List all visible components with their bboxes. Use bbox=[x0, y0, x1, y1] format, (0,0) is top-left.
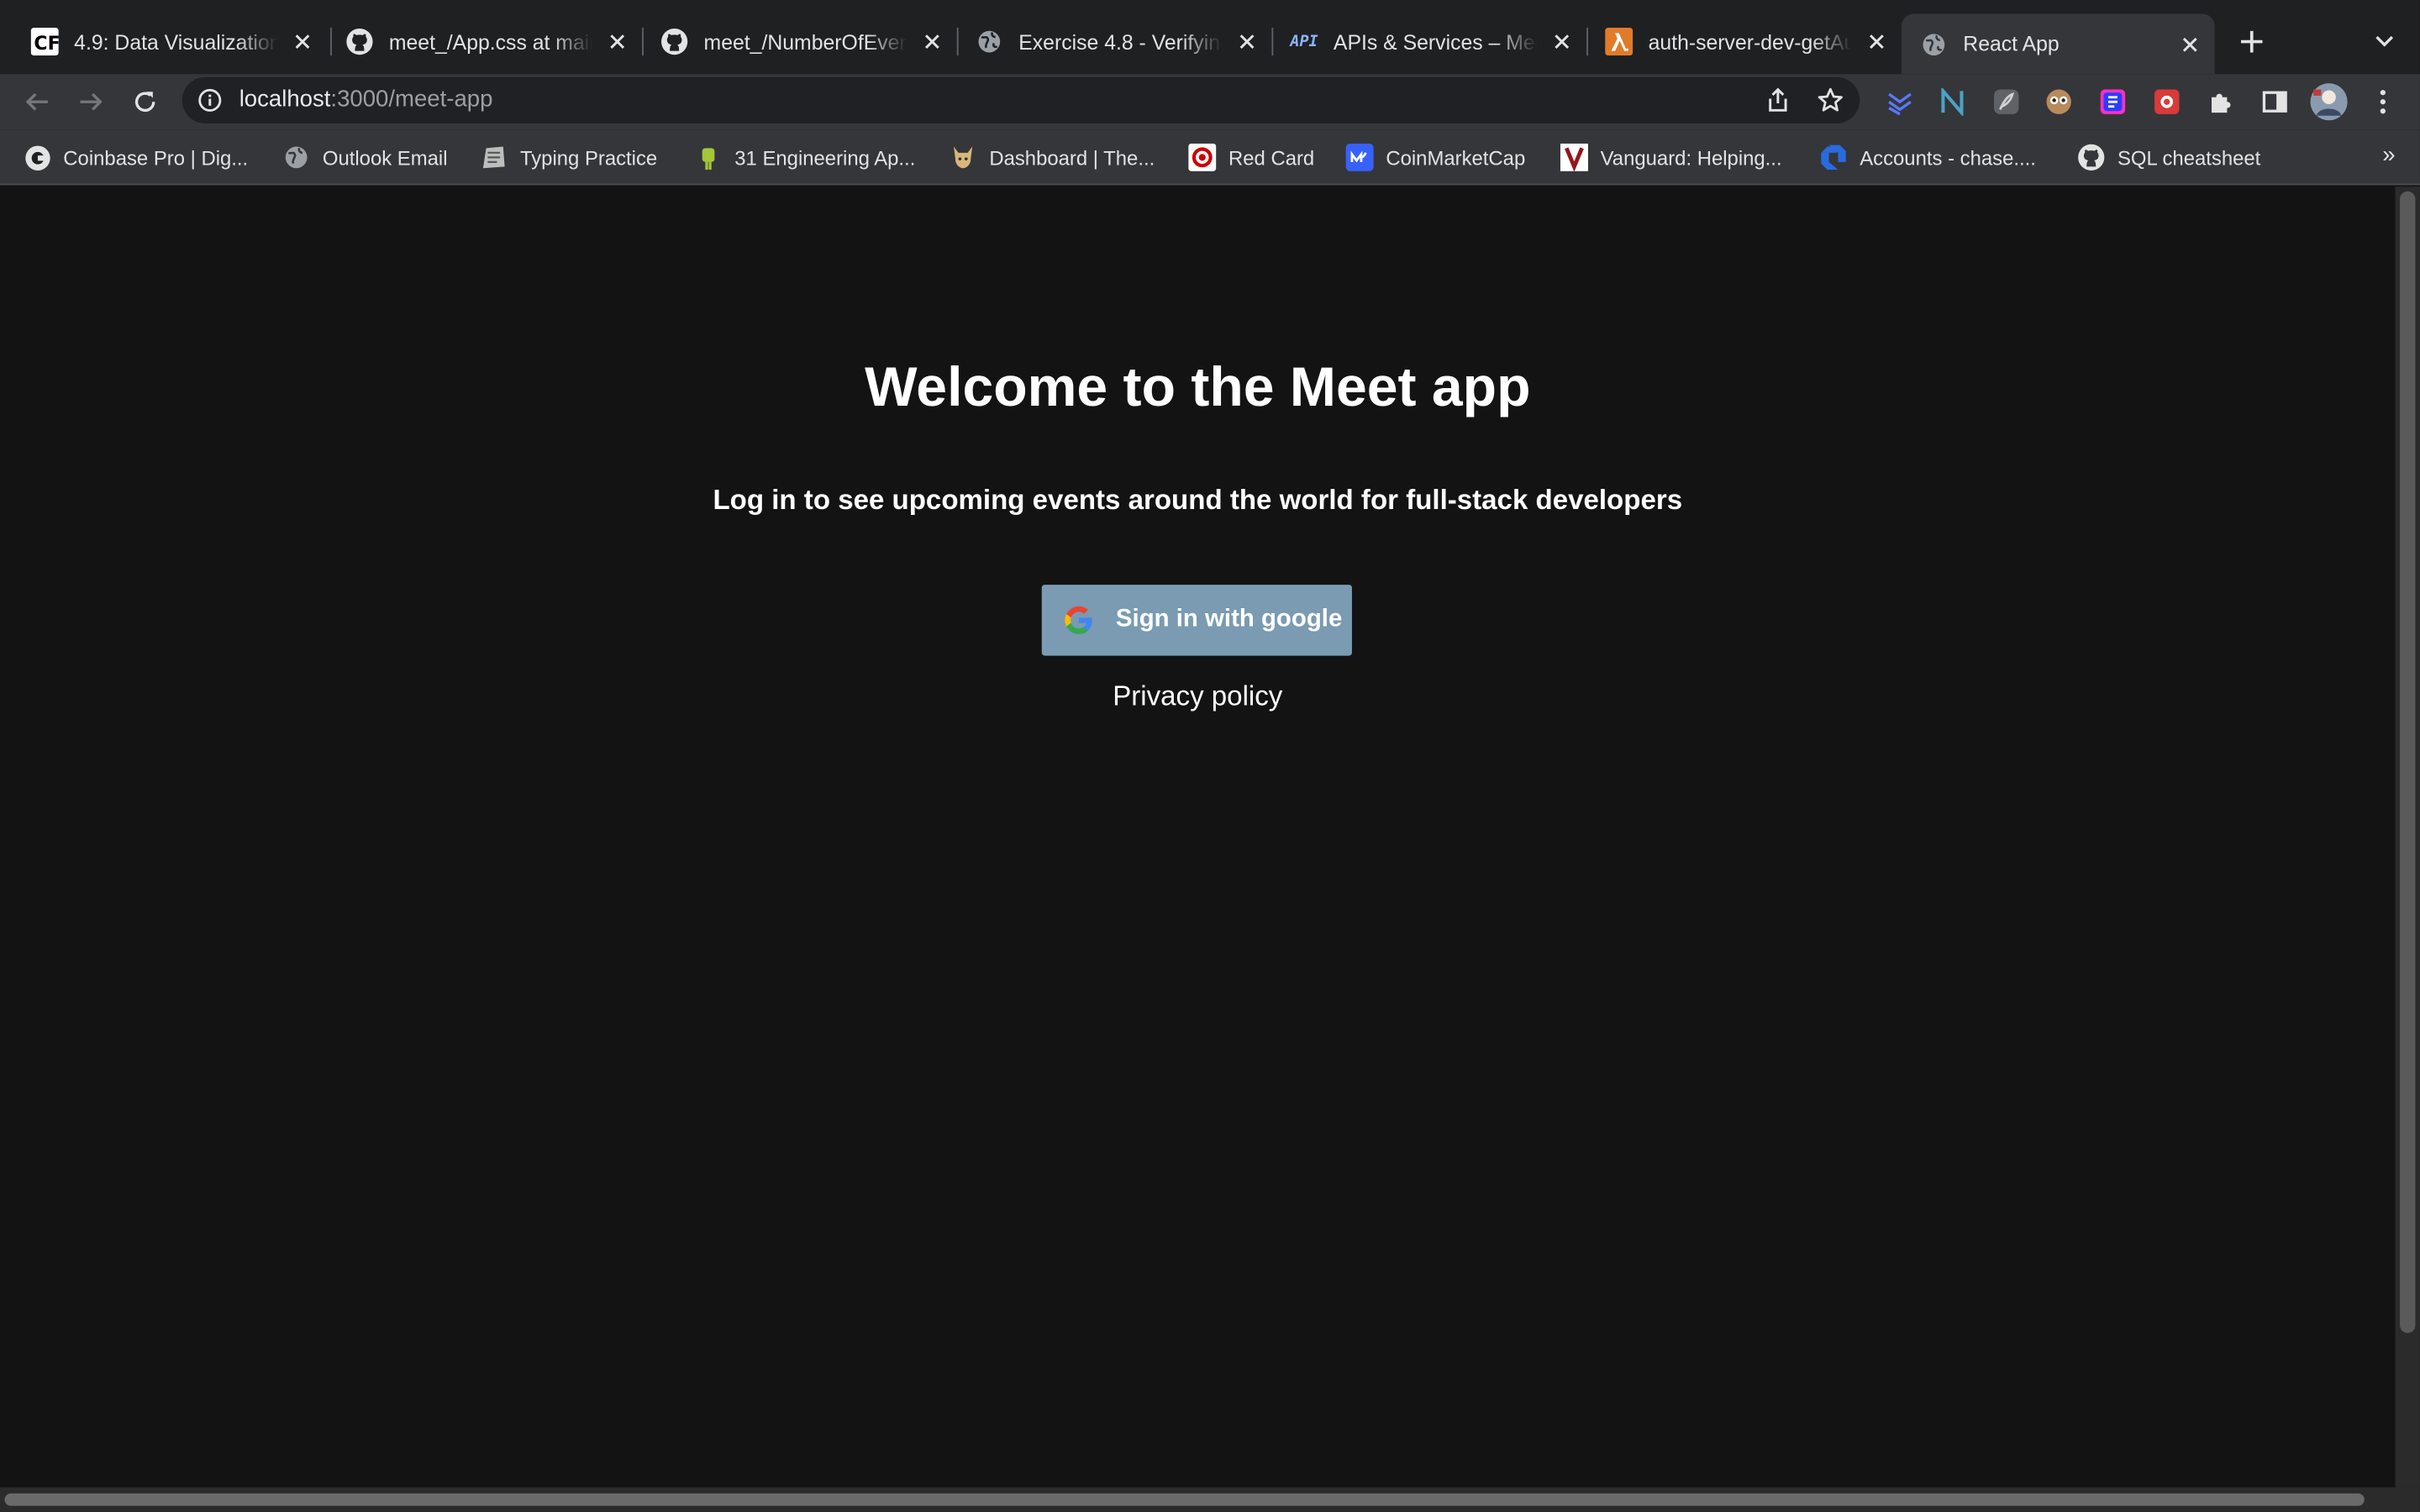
close-icon[interactable] bbox=[602, 26, 633, 57]
scrollbar-thumb[interactable] bbox=[2400, 191, 2416, 1333]
page-title: Welcome to the Meet app bbox=[865, 354, 1531, 418]
bookmark-label: Dashboard | The... bbox=[989, 145, 1155, 170]
close-icon[interactable] bbox=[1546, 26, 1577, 57]
globe-icon bbox=[976, 28, 1003, 55]
bookmark-label: 31 Engineering Ap... bbox=[734, 145, 916, 170]
bookmark-label: Typing Practice bbox=[519, 145, 658, 170]
sign-in-with-google-button[interactable]: Sign in with google bbox=[1041, 585, 1352, 656]
api-icon: API bbox=[1290, 33, 1318, 50]
tab-title: meet_/NumberOfEvents bbox=[703, 29, 908, 54]
bookmark-label: Outlook Email bbox=[322, 145, 448, 170]
google-icon bbox=[1065, 606, 1092, 634]
extensions-puzzle-icon[interactable] bbox=[2206, 87, 2237, 118]
globe-icon bbox=[282, 144, 310, 171]
close-icon[interactable] bbox=[1232, 26, 1263, 57]
target-icon bbox=[1188, 143, 1217, 171]
coinbase-icon bbox=[24, 144, 51, 171]
bookmark-outlook-email[interactable]: Outlook Email bbox=[282, 142, 447, 173]
bookmark-31-engineering[interactable]: 31 Engineering Ap... bbox=[695, 142, 916, 173]
chase-icon bbox=[1819, 144, 1847, 171]
aws-lambda-icon bbox=[1605, 28, 1634, 56]
extension-grammar-icon[interactable] bbox=[2097, 87, 2128, 118]
tab-number-of-events[interactable]: meet_/NumberOfEvents bbox=[642, 14, 957, 70]
tab-title: Exercise 4.8 - Verifying bbox=[1018, 29, 1223, 54]
extension-feather-icon[interactable] bbox=[1991, 87, 2022, 118]
bookmark-label: SQL cheatsheet bbox=[2117, 145, 2261, 170]
tab-exercise-4-8[interactable]: Exercise 4.8 - Verifying bbox=[957, 14, 1272, 70]
chevron-down-icon bbox=[2375, 35, 2394, 47]
android-icon bbox=[695, 144, 723, 171]
back-button[interactable] bbox=[15, 81, 58, 123]
share-icon[interactable] bbox=[1764, 87, 1791, 114]
tab-app-css[interactable]: meet_/App.css at main bbox=[327, 14, 642, 70]
tab-react-app[interactable]: React App bbox=[1901, 13, 2215, 75]
bookmark-accounts-chase[interactable]: Accounts - chase.... bbox=[1819, 142, 2036, 173]
profile-avatar[interactable] bbox=[2309, 81, 2349, 122]
svg-text:CF: CF bbox=[34, 34, 58, 55]
browser-toolbar: localhost:3000/meet-app bbox=[0, 74, 2420, 130]
page-content: Welcome to the Meet app Log in to see up… bbox=[0, 186, 2396, 1488]
careerfoundry-icon: CF bbox=[30, 28, 59, 56]
tab-title: meet_/App.css at main bbox=[388, 29, 593, 54]
reload-icon bbox=[134, 92, 155, 113]
bookmark-label: Accounts - chase.... bbox=[1860, 145, 2036, 170]
tab-auth-server[interactable]: auth-server-dev-getAuthURL bbox=[1586, 14, 1902, 70]
extension-n-icon[interactable] bbox=[1937, 87, 1968, 118]
close-icon[interactable] bbox=[917, 26, 948, 57]
globe-icon bbox=[1920, 30, 1948, 58]
coinmarketcap-icon bbox=[1345, 143, 1374, 171]
horizontal-scrollbar[interactable] bbox=[0, 1487, 2420, 1512]
tab-title: APIs & Services – Meet bbox=[1333, 29, 1538, 54]
arrow-left-icon bbox=[25, 92, 48, 111]
new-tab-button[interactable] bbox=[2233, 24, 2270, 60]
reload-button[interactable] bbox=[124, 81, 166, 123]
bookmark-coinmarketcap[interactable]: CoinMarketCap bbox=[1345, 142, 1526, 173]
plus-icon bbox=[2240, 30, 2263, 53]
odin-icon bbox=[950, 144, 977, 171]
bookmark-label: Coinbase Pro | Dig... bbox=[63, 145, 249, 170]
tab-apis-services[interactable]: API APIs & Services – Meet bbox=[1271, 14, 1586, 70]
close-icon[interactable] bbox=[2175, 29, 2206, 60]
tab-title: React App bbox=[1963, 32, 2060, 56]
scrollbar-thumb[interactable] bbox=[4, 1493, 2365, 1506]
info-icon[interactable] bbox=[197, 88, 222, 113]
github-icon bbox=[345, 28, 373, 55]
arrow-right-icon bbox=[80, 92, 103, 111]
bookmark-star-icon[interactable] bbox=[1817, 87, 1844, 114]
bookmark-typing-practice[interactable]: Typing Practice bbox=[480, 142, 657, 173]
tab-data-visualization[interactable]: CF 4.9: Data Visualization bbox=[13, 14, 328, 70]
page-subtitle: Log in to see upcoming events around the… bbox=[713, 484, 1683, 516]
bookmarks-overflow-button[interactable]: » bbox=[2382, 142, 2395, 168]
address-bar[interactable]: localhost:3000/meet-app bbox=[182, 76, 1860, 123]
tab-title: 4.9: Data Visualization bbox=[74, 29, 278, 54]
tab-strip: CF 4.9: Data Visualization meet_/App.css… bbox=[0, 0, 2420, 75]
privacy-policy-link[interactable]: Privacy policy bbox=[0, 680, 2396, 713]
extension-red-icon[interactable] bbox=[2151, 87, 2182, 118]
bookmark-vanguard[interactable]: Vanguard: Helping... bbox=[1560, 142, 1782, 173]
bookmark-label: Vanguard: Helping... bbox=[1600, 145, 1782, 170]
github-icon bbox=[2077, 144, 2105, 171]
close-icon[interactable] bbox=[287, 26, 318, 57]
url-text[interactable]: localhost:3000/meet-app bbox=[239, 87, 493, 113]
bookmark-sql-cheatsheet[interactable]: SQL cheatsheet bbox=[2077, 142, 2260, 173]
bookmark-coinbase-pro[interactable]: Coinbase Pro | Dig... bbox=[24, 142, 249, 173]
bookmark-label: CoinMarketCap bbox=[1386, 145, 1526, 170]
sign-in-label: Sign in with google bbox=[1115, 606, 1343, 633]
bookmarks-bar: Coinbase Pro | Dig... Outlook Email Typi… bbox=[0, 129, 2420, 186]
vertical-scrollbar[interactable] bbox=[2395, 186, 2420, 1488]
extension-owl-icon[interactable] bbox=[2044, 87, 2075, 118]
tab-title: auth-server-dev-getAuthURL bbox=[1648, 29, 1852, 54]
tab-search-button[interactable] bbox=[2366, 24, 2403, 60]
github-icon bbox=[660, 28, 688, 55]
vanguard-icon bbox=[1560, 143, 1588, 171]
extension-mailtrack-icon[interactable] bbox=[1885, 87, 1916, 118]
more-menu-icon[interactable] bbox=[2367, 87, 2398, 118]
typing-icon bbox=[480, 144, 508, 171]
bookmark-dashboard-the[interactable]: Dashboard | The... bbox=[950, 142, 1155, 173]
close-icon[interactable] bbox=[1861, 26, 1892, 57]
side-panel-icon[interactable] bbox=[2260, 87, 2291, 118]
bookmark-red-card[interactable]: Red Card bbox=[1188, 142, 1314, 173]
forward-button[interactable] bbox=[70, 81, 113, 123]
bookmark-label: Red Card bbox=[1228, 145, 1315, 170]
